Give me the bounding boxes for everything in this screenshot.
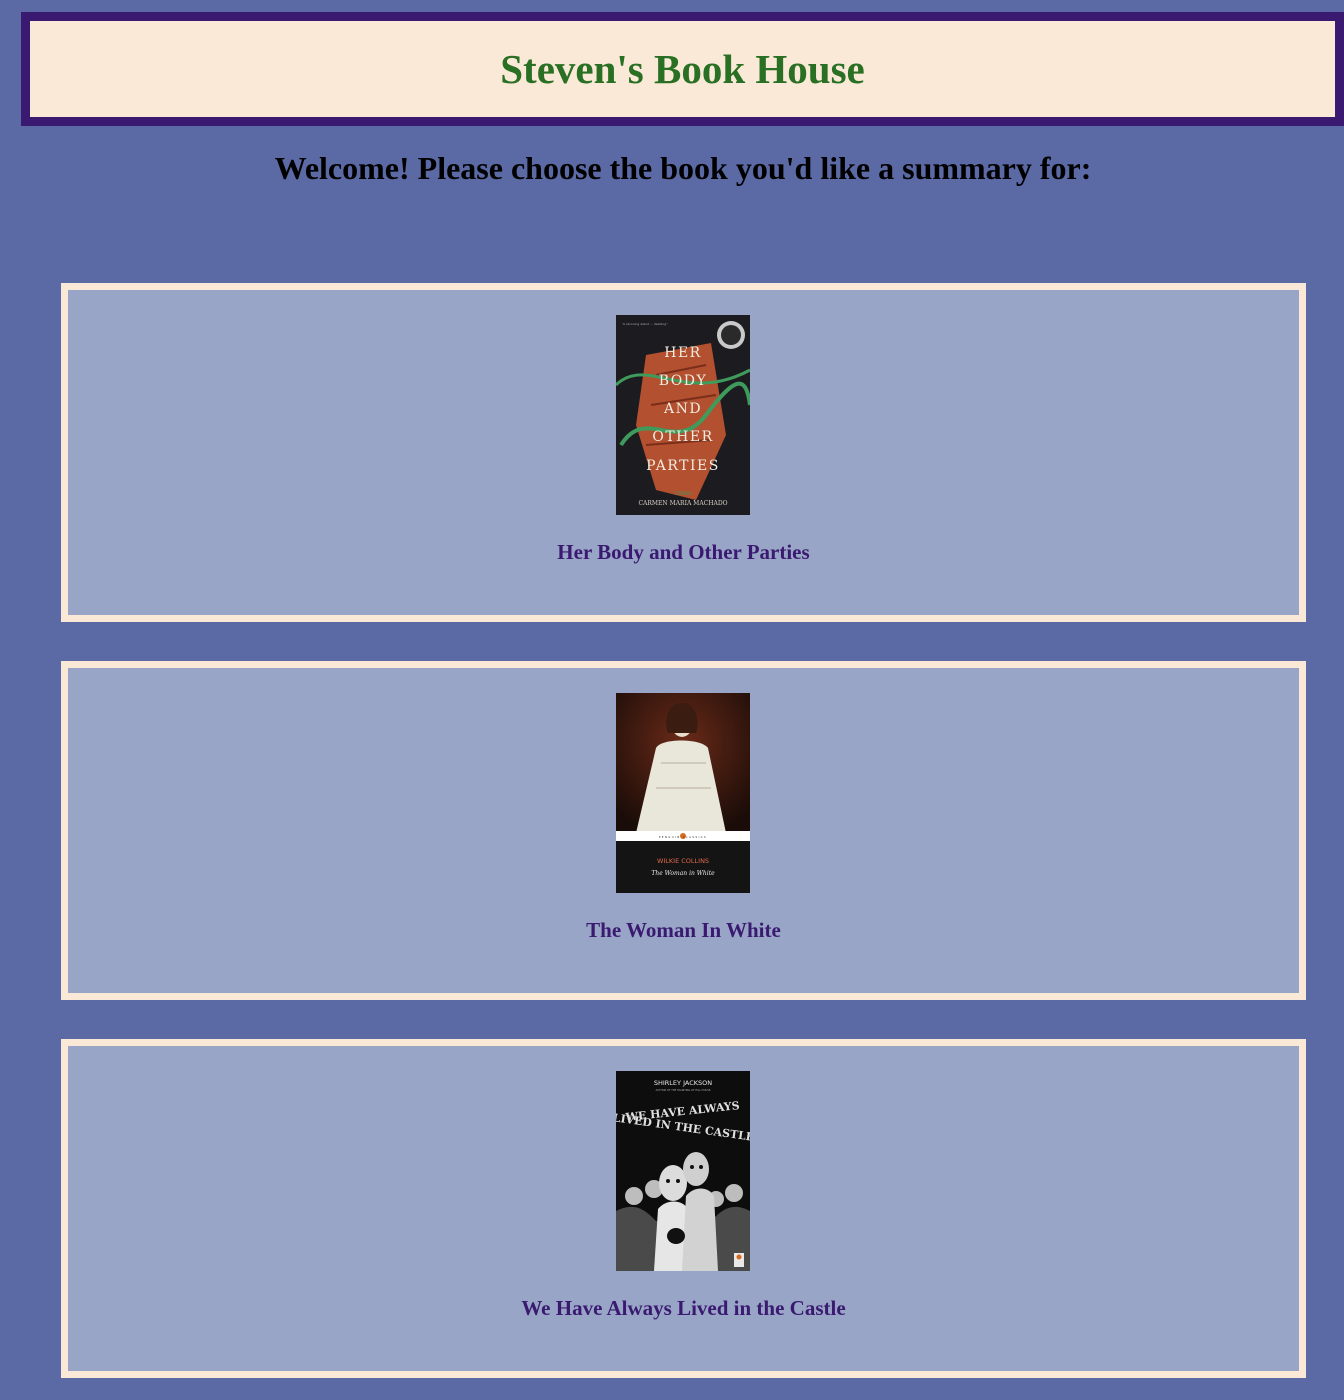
cover-genre-text: STORIES: [674, 491, 692, 496]
cover-author-text: SHIRLEY JACKSON: [654, 1079, 712, 1087]
cover-title-line: PARTIES: [646, 458, 720, 474]
book-cover-woman-in-white[interactable]: PENGUIN CLASSICS WILKIE COLLINS The Woma…: [616, 693, 750, 893]
book-card: PENGUIN CLASSICS WILKIE COLLINS The Woma…: [61, 661, 1306, 1000]
cover-tagline-text: AUTHOR OF THE HAUNTING OF HILL HOUSE: [656, 1088, 711, 1092]
welcome-heading: Welcome! Please choose the book you'd li…: [274, 150, 1092, 186]
book-card: SHIRLEY JACKSON AUTHOR OF THE HAUNTING O…: [61, 1039, 1306, 1378]
book-link-castle[interactable]: We Have Always Lived in the Castle: [68, 1296, 1299, 1321]
cover-author-text: WILKIE COLLINS: [657, 857, 709, 865]
cover-quote-text: “A stunning debut ... dazzling”: [622, 322, 668, 326]
site-header: Steven's Book House: [21, 12, 1344, 126]
book-cover-her-body[interactable]: “A stunning debut ... dazzling” HER BODY…: [616, 315, 750, 515]
cover-author-text: CARMEN MARIA MACHADO: [638, 500, 727, 507]
book-cover-castle[interactable]: SHIRLEY JACKSON AUTHOR OF THE HAUNTING O…: [616, 1071, 750, 1271]
cover-title-line: BODY: [659, 373, 708, 389]
site-title: Steven's Book House: [500, 46, 865, 92]
cover-title-line: AND: [663, 401, 702, 417]
book-link-woman-in-white[interactable]: The Woman In White: [68, 918, 1299, 943]
cover-title-line: HER: [664, 345, 701, 361]
book-card: “A stunning debut ... dazzling” HER BODY…: [61, 283, 1306, 622]
cover-title-line: OTHER: [652, 429, 713, 445]
book-link-her-body[interactable]: Her Body and Other Parties: [68, 540, 1299, 565]
cover-title-text: The Woman in White: [651, 870, 715, 877]
cover-series-text: PENGUIN CLASSICS: [659, 835, 707, 839]
